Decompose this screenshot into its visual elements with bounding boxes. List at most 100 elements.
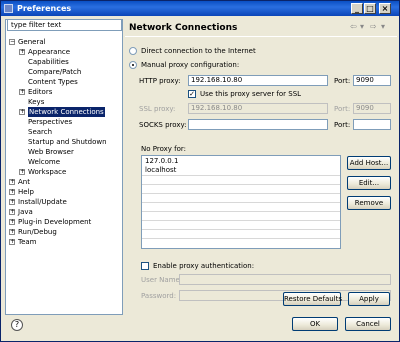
list-item[interactable]: localhost xyxy=(145,166,176,174)
tree-item[interactable]: Startup and Shutdown xyxy=(7,137,123,147)
enable-auth-checkbox[interactable] xyxy=(141,262,149,270)
tree-item[interactable]: + Install/Update xyxy=(7,197,123,207)
list-gridline xyxy=(142,220,340,221)
tree-item-label: Appearance xyxy=(28,48,71,56)
list-gridline xyxy=(142,211,340,212)
title-bar: Preferences _ □ × xyxy=(1,1,399,16)
no-proxy-list[interactable]: 127.0.0.1 localhost xyxy=(141,155,341,249)
list-gridline xyxy=(142,193,340,194)
tree-item[interactable]: + Team xyxy=(7,237,123,247)
tree-item[interactable]: Search xyxy=(7,127,123,137)
expand-icon[interactable]: + xyxy=(9,209,15,215)
page-title: Network Connections xyxy=(129,23,238,33)
tree-item[interactable]: Web Browser xyxy=(7,147,123,157)
apply-button[interactable]: Apply xyxy=(348,292,390,306)
maximize-button[interactable]: □ xyxy=(364,3,376,14)
tree-item[interactable]: Perspectives xyxy=(7,117,123,127)
back-menu-icon[interactable]: ▾ xyxy=(360,22,364,31)
window-title: Preferences xyxy=(17,4,72,13)
tree-item-label: Content Types xyxy=(28,78,78,86)
expand-icon[interactable]: + xyxy=(9,179,15,185)
tree-item-label: Perspectives xyxy=(28,118,73,126)
expand-icon[interactable]: + xyxy=(9,189,15,195)
tree-item[interactable]: Welcome xyxy=(7,157,123,167)
preference-tree: − General + Appearance Capabilities Compare/P… xyxy=(7,37,123,247)
tree-item[interactable]: Keys xyxy=(7,97,123,107)
expand-icon[interactable]: + xyxy=(9,199,15,205)
ssl-proxy-label: SSL proxy: xyxy=(139,105,176,113)
close-button[interactable]: × xyxy=(379,3,391,14)
direct-connection-radio[interactable] xyxy=(129,47,137,55)
tree-item[interactable]: + Workspace xyxy=(7,167,123,177)
expand-icon[interactable]: + xyxy=(19,49,25,55)
forward-menu-icon[interactable]: ▾ xyxy=(381,22,385,31)
tree-item[interactable]: + Run/Debug xyxy=(7,227,123,237)
http-port-field[interactable]: 9090 xyxy=(353,75,391,86)
enable-auth-label: Enable proxy authentication: xyxy=(153,262,255,270)
tree-item-label: Welcome xyxy=(28,158,61,166)
tree-item[interactable]: + Ant xyxy=(7,177,123,187)
tree-item-label: Startup and Shutdown xyxy=(28,138,107,146)
cancel-button[interactable]: Cancel xyxy=(345,317,391,331)
list-gridline xyxy=(142,184,340,185)
ok-button[interactable]: OK xyxy=(292,317,338,331)
list-gridline xyxy=(142,202,340,203)
password-label: Password: xyxy=(141,292,177,300)
tree-item-label: Search xyxy=(28,128,53,136)
edit-button[interactable]: Edit... xyxy=(347,176,391,190)
add-host-button[interactable]: Add Host... xyxy=(347,156,391,170)
tree-item[interactable]: + Editors xyxy=(7,87,123,97)
expand-icon[interactable]: + xyxy=(19,109,25,115)
http-port-label: Port: xyxy=(334,77,351,85)
minimize-button[interactable]: _ xyxy=(351,3,363,14)
tree-item-label: Help xyxy=(18,188,34,196)
network-connections-page: Network Connections ⇦ ▾ ⇨ ▾ Direct conne… xyxy=(125,19,397,315)
tree-item-label: Capabilities xyxy=(28,58,69,66)
socks-port-field[interactable] xyxy=(353,119,391,130)
tree-item[interactable]: Content Types xyxy=(7,77,123,87)
tree-item[interactable]: Capabilities xyxy=(7,57,123,67)
username-field[interactable] xyxy=(179,274,391,285)
socks-port-label: Port: xyxy=(334,121,351,129)
tree-item-label: Workspace xyxy=(28,168,67,176)
expand-icon[interactable]: + xyxy=(19,89,25,95)
tree-item[interactable]: + Network Connections xyxy=(7,107,123,117)
filter-input[interactable]: type filter text xyxy=(7,19,122,31)
tree-item[interactable]: − General xyxy=(7,37,123,47)
tree-item-label: Keys xyxy=(28,98,45,106)
expand-icon[interactable]: + xyxy=(9,219,15,225)
tree-item[interactable]: Compare/Patch xyxy=(7,67,123,77)
username-label: User Name: xyxy=(141,276,183,284)
tree-item[interactable]: + Java xyxy=(7,207,123,217)
expand-icon[interactable]: + xyxy=(9,229,15,235)
manual-proxy-radio[interactable] xyxy=(129,61,137,69)
list-item[interactable]: 127.0.0.1 xyxy=(145,157,178,165)
ssl-port-field[interactable]: 9090 xyxy=(353,103,391,114)
tree-item[interactable]: + Plug-in Development xyxy=(7,217,123,227)
tree-item-label: Install/Update xyxy=(18,198,67,206)
tree-item-label: Network Connections xyxy=(28,107,105,117)
help-icon[interactable]: ? xyxy=(11,319,23,331)
expand-icon[interactable]: + xyxy=(19,169,25,175)
http-proxy-label: HTTP proxy: xyxy=(139,77,181,85)
tree-item-label: Ant xyxy=(18,178,30,186)
tree-item-label: Compare/Patch xyxy=(28,68,82,76)
back-arrow-icon[interactable]: ⇦ xyxy=(350,22,357,31)
socks-proxy-field[interactable] xyxy=(188,119,328,130)
direct-connection-label: Direct connection to the Internet xyxy=(141,47,256,55)
tree-item-label: Run/Debug xyxy=(18,228,57,236)
tree-item-label: Java xyxy=(18,208,33,216)
remove-button[interactable]: Remove xyxy=(347,196,391,210)
no-proxy-label: No Proxy for: xyxy=(141,145,187,153)
tree-item[interactable]: + Appearance xyxy=(7,47,123,57)
window-icon xyxy=(4,4,13,13)
socks-proxy-label: SOCKS proxy: xyxy=(139,121,187,129)
expand-icon[interactable]: + xyxy=(9,239,15,245)
restore-defaults-button[interactable]: Restore Defaults xyxy=(283,292,342,306)
ssl-proxy-field[interactable]: 192.168.10.80 xyxy=(188,103,328,114)
forward-arrow-icon[interactable]: ⇨ xyxy=(370,22,377,31)
tree-item[interactable]: + Help xyxy=(7,187,123,197)
use-ssl-checkbox[interactable]: ✓ xyxy=(188,90,196,98)
collapse-icon[interactable]: − xyxy=(9,39,15,45)
http-proxy-field[interactable]: 192.168.10.80 xyxy=(188,75,328,86)
